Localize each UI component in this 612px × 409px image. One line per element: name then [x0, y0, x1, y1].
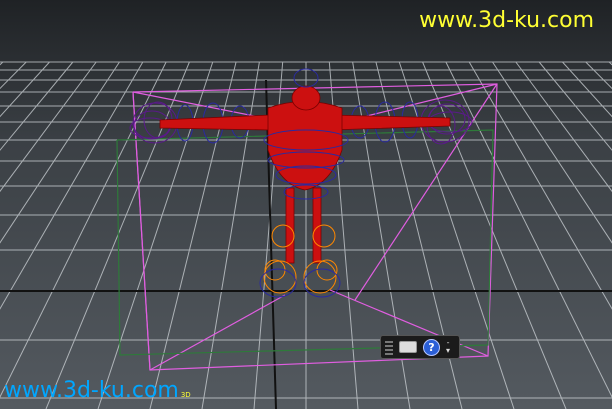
grid-line [538, 61, 612, 151]
grid-line [0, 61, 97, 193]
grid-line [515, 61, 612, 193]
viewport-scene[interactable] [0, 0, 612, 409]
keyboard-icon[interactable] [399, 341, 417, 353]
maya-viewport[interactable]: www.3d-ku.com www.3d-ku.com 3D ? - ▾ [0, 0, 612, 409]
grid-line [0, 61, 120, 244]
watermark-bottom-text: www.3d-ku.com [4, 378, 179, 403]
body-mesh [159, 85, 451, 264]
grid-line [0, 61, 27, 90]
watermark-bottom-small: 3D [180, 391, 191, 399]
watermark-top: www.3d-ku.com [419, 8, 594, 33]
leg-joints [263, 224, 338, 294]
grid-line [45, 61, 190, 409]
hud-toolbar[interactable]: ? - ▾ [380, 335, 460, 359]
grid-line [492, 61, 612, 244]
help-icon[interactable]: ? [423, 338, 440, 356]
chevron-down-icon[interactable]: ▾ [446, 347, 450, 355]
grid-line [0, 61, 144, 310]
hud-menu[interactable]: - ▾ [446, 339, 450, 355]
grid-line [0, 61, 74, 151]
grid-line [201, 61, 260, 409]
grid-line [97, 61, 214, 409]
grid-line [585, 61, 612, 90]
watermark-bottom: www.3d-ku.com 3D [4, 378, 191, 403]
drag-grip-icon[interactable] [385, 339, 393, 355]
